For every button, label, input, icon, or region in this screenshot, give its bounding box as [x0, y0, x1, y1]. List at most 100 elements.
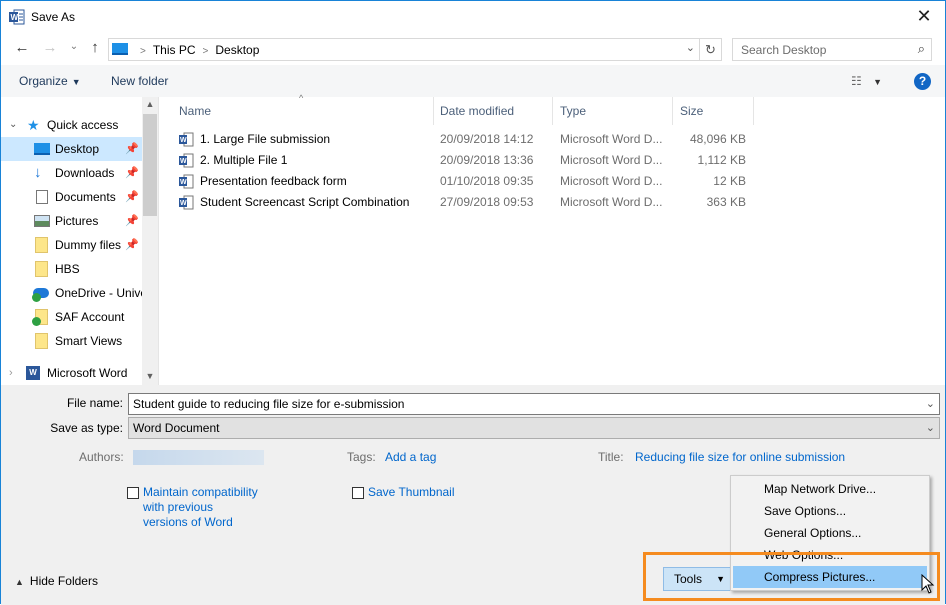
word-app-icon: W: [9, 9, 25, 25]
desktop-icon: [34, 143, 50, 155]
folder-icon: [35, 261, 48, 277]
sidebar-item-hbs[interactable]: HBS: [1, 257, 142, 281]
svg-text:W: W: [180, 179, 187, 186]
word-document-icon: W: [179, 195, 194, 210]
save-thumbnail-checkbox[interactable]: [352, 487, 364, 499]
hide-folders-button[interactable]: ▲ Hide Folders: [15, 574, 98, 588]
mouse-cursor-icon: [921, 574, 935, 594]
sidebar-item-documents[interactable]: Documents 📌: [1, 185, 142, 209]
menu-item-save-options[interactable]: Save Options...: [733, 500, 927, 522]
star-icon: ★: [27, 117, 40, 133]
save-type-value: Word Document: [133, 421, 220, 435]
change-view-button[interactable]: ☷ ▼: [851, 74, 882, 88]
file-row[interactable]: W Presentation feedback form 01/10/2018 …: [159, 171, 759, 192]
title-label: Title:: [598, 450, 624, 464]
sidebar-item-label: Smart Views: [55, 334, 123, 348]
search-input[interactable]: Search Desktop ⌕: [732, 38, 932, 61]
menu-item-general-options[interactable]: General Options...: [733, 522, 927, 544]
sidebar-item-label: OneDrive - Unive: [55, 286, 142, 300]
save-type-select[interactable]: Word Document ⌄: [128, 417, 940, 439]
sidebar-scrollbar[interactable]: ▲ ▼: [142, 97, 158, 385]
title-input[interactable]: Reducing file size for online submission: [635, 450, 845, 464]
navigation-pane: ⌄ ★ Quick access Desktop 📌 ↓ Downloads 📌…: [1, 97, 159, 385]
authors-input[interactable]: [133, 450, 264, 465]
save-type-label: Save as type:: [50, 421, 123, 435]
documents-icon: [36, 190, 48, 204]
sidebar-item-label: HBS: [55, 262, 80, 276]
scroll-up-icon[interactable]: ▲: [142, 99, 158, 109]
sidebar-item-saf-account[interactable]: SAF Account: [1, 305, 142, 329]
chevron-down-icon[interactable]: ⌄: [926, 421, 935, 434]
column-header-type[interactable]: Type: [552, 97, 673, 125]
address-bar[interactable]: > This PC > Desktop ⌄ ↻: [108, 38, 722, 61]
column-header-date[interactable]: Date modified: [432, 97, 553, 125]
file-size: 12 KB: [713, 174, 746, 188]
chevron-right-icon[interactable]: ›: [9, 361, 13, 385]
file-name: Student Screencast Script Combination: [200, 195, 410, 209]
sidebar-item-dummy-files[interactable]: Dummy files 📌: [1, 233, 142, 257]
file-name-value: Student guide to reducing file size for …: [133, 397, 405, 411]
forward-button[interactable]: →: [41, 39, 59, 56]
chevron-up-icon: ▲: [15, 577, 24, 587]
chevron-down-icon[interactable]: ⌄: [9, 113, 17, 137]
maintain-compatibility-checkbox[interactable]: [127, 487, 139, 499]
recent-locations-button[interactable]: ⌄: [65, 41, 83, 52]
svg-text:W: W: [180, 137, 187, 144]
sidebar-item-microsoft-word[interactable]: › W Microsoft Word: [1, 361, 142, 385]
file-name-label: File name:: [66, 396, 123, 410]
menu-item-map-network-drive[interactable]: Map Network Drive...: [733, 478, 927, 500]
up-button[interactable]: ↑: [86, 39, 104, 56]
file-date: 20/09/2018 14:12: [440, 132, 534, 146]
new-folder-button[interactable]: New folder: [111, 74, 168, 88]
file-date: 27/09/2018 09:53: [440, 195, 534, 209]
file-row[interactable]: W 1. Large File submission 20/09/2018 14…: [159, 129, 759, 150]
help-button[interactable]: ?: [914, 73, 931, 90]
pin-icon: 📌: [125, 143, 139, 155]
svg-text:W: W: [180, 200, 187, 207]
maintain-compatibility-label[interactable]: Maintain compatibility with previous ver…: [143, 485, 258, 530]
file-name: 2. Multiple File 1: [200, 153, 288, 167]
file-row[interactable]: W Student Screencast Script Combination …: [159, 192, 759, 213]
back-button[interactable]: ←: [13, 39, 31, 56]
title-bar: W Save As ✕: [1, 1, 945, 33]
tags-input[interactable]: Add a tag: [385, 450, 436, 464]
sidebar-item-quick-access[interactable]: ⌄ ★ Quick access: [1, 113, 142, 137]
breadcrumb-desktop[interactable]: Desktop: [215, 43, 259, 57]
window-title: Save As: [31, 10, 76, 24]
save-thumbnail-label[interactable]: Save Thumbnail: [368, 485, 455, 500]
close-button[interactable]: ✕: [909, 5, 939, 29]
tags-label: Tags:: [347, 450, 376, 464]
word-document-icon: W: [179, 174, 194, 189]
file-list: ^ Name Date modified Type Size W 1. Larg…: [159, 93, 945, 385]
file-type: Microsoft Word D...: [560, 153, 663, 167]
sidebar-item-label: Pictures: [55, 214, 99, 228]
sidebar-item-label: Microsoft Word: [47, 366, 128, 380]
word-document-icon: W: [179, 153, 194, 168]
file-name: Presentation feedback form: [200, 174, 347, 188]
file-date: 20/09/2018 13:36: [440, 153, 534, 167]
file-name-input[interactable]: Student guide to reducing file size for …: [128, 393, 940, 415]
column-header-name[interactable]: Name: [171, 97, 434, 125]
pictures-icon: [34, 215, 50, 227]
refresh-button[interactable]: ↻: [699, 39, 721, 60]
sidebar-item-label: SAF Account: [55, 310, 125, 324]
column-header-size[interactable]: Size: [672, 97, 754, 125]
pin-icon: 📌: [125, 167, 139, 179]
sidebar-item-label: Quick access: [47, 118, 119, 132]
organize-label: Organize: [19, 74, 68, 88]
address-dropdown-icon[interactable]: ⌄: [686, 41, 695, 54]
sync-ok-icon: [32, 293, 41, 302]
file-row[interactable]: W 2. Multiple File 1 20/09/2018 13:36 Mi…: [159, 150, 759, 171]
scroll-down-icon[interactable]: ▼: [142, 371, 158, 381]
chevron-down-icon[interactable]: ⌄: [926, 397, 935, 410]
sidebar-item-pictures[interactable]: Pictures 📌: [1, 209, 142, 233]
scrollbar-thumb[interactable]: [143, 114, 157, 216]
breadcrumb-this-pc[interactable]: This PC: [153, 43, 196, 57]
organize-button[interactable]: Organize ▼: [19, 74, 81, 88]
folder-icon: [35, 237, 48, 253]
sidebar-item-onedrive[interactable]: OneDrive - Unive: [1, 281, 142, 305]
this-pc-icon: [112, 43, 128, 55]
sidebar-item-smart-views[interactable]: Smart Views: [1, 329, 142, 353]
sidebar-item-desktop[interactable]: Desktop 📌: [1, 137, 142, 161]
sidebar-item-downloads[interactable]: ↓ Downloads 📌: [1, 161, 142, 185]
